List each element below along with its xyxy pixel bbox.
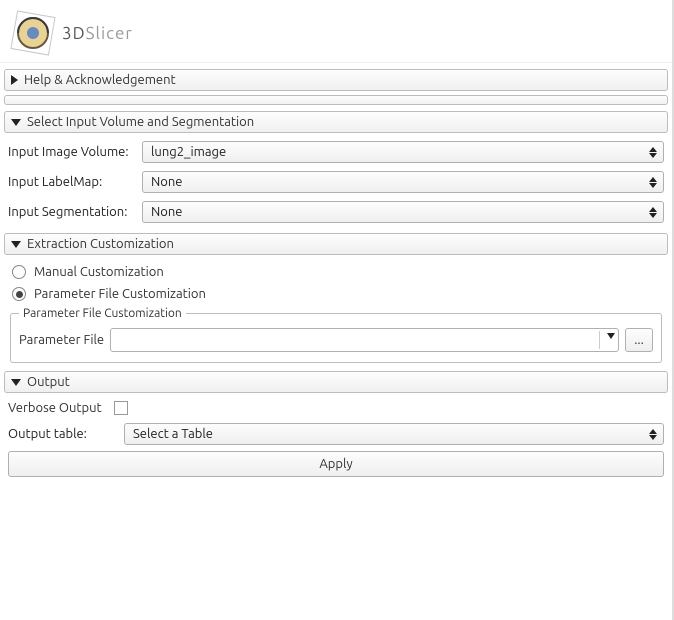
group-parameter-file-title: Parameter File Customization	[19, 307, 186, 320]
section-output[interactable]: Output	[4, 371, 668, 393]
app-title: 3DSlicer	[62, 24, 133, 43]
select-output-table-value: Select a Table	[133, 427, 213, 441]
select-input-labelmap-value: None	[151, 175, 183, 189]
label-parameter-file: Parameter File	[19, 333, 104, 347]
chevron-right-icon	[11, 75, 18, 85]
app-header: 3DSlicer	[0, 0, 672, 63]
radio-paramfile-row[interactable]: Parameter File Customization	[4, 281, 668, 303]
select-input-image-value: lung2_image	[151, 145, 226, 159]
radio-manual-row[interactable]: Manual Customization	[4, 259, 668, 281]
dropdown-icon	[607, 333, 615, 339]
section-input-label: Select Input Volume and Segmentation	[27, 115, 254, 129]
chevron-down-icon	[11, 241, 21, 248]
select-input-segmentation[interactable]: None	[142, 201, 664, 223]
label-input-segmentation: Input Segmentation:	[8, 205, 136, 219]
label-verbose: Verbose Output	[8, 401, 108, 415]
updown-icon	[646, 144, 660, 160]
radio-paramfile-label: Parameter File Customization	[34, 287, 206, 301]
section-output-label: Output	[27, 375, 70, 389]
browse-button[interactable]: ...	[625, 328, 653, 352]
ellipsis-icon: ...	[634, 333, 644, 347]
select-input-image[interactable]: lung2_image	[142, 141, 664, 163]
select-input-segmentation-value: None	[151, 205, 183, 219]
apply-button[interactable]: Apply	[8, 451, 664, 477]
app-title-rest: Slicer	[86, 24, 133, 43]
row-input-segmentation: Input Segmentation: None	[4, 197, 668, 227]
chevron-down-icon	[11, 379, 21, 386]
group-parameter-file: Parameter File Customization Parameter F…	[10, 307, 662, 363]
section-input[interactable]: Select Input Volume and Segmentation	[4, 111, 668, 133]
row-output-table: Output table: Select a Table	[4, 419, 668, 449]
row-verbose: Verbose Output	[4, 397, 668, 419]
select-output-table[interactable]: Select a Table	[124, 423, 664, 445]
input-parameter-file[interactable]	[110, 328, 619, 352]
radio-manual-label: Manual Customization	[34, 265, 164, 279]
apply-button-label: Apply	[319, 457, 352, 471]
section-help[interactable]: Help & Acknowledgement	[4, 69, 668, 91]
row-input-image: Input Image Volume: lung2_image	[4, 137, 668, 167]
slicer-logo-icon	[8, 8, 58, 58]
label-input-image: Input Image Volume:	[8, 145, 136, 159]
updown-icon	[646, 174, 660, 190]
chevron-down-icon	[11, 119, 21, 126]
app-title-prefix: 3D	[62, 24, 86, 43]
radio-paramfile[interactable]	[12, 287, 26, 301]
section-spacer	[4, 95, 668, 105]
section-extraction[interactable]: Extraction Customization	[4, 233, 668, 255]
row-input-labelmap: Input LabelMap: None	[4, 167, 668, 197]
updown-icon	[646, 204, 660, 220]
label-output-table: Output table:	[8, 427, 118, 441]
section-help-label: Help & Acknowledgement	[24, 73, 176, 87]
radio-manual[interactable]	[12, 265, 26, 279]
label-input-labelmap: Input LabelMap:	[8, 175, 136, 189]
section-extraction-label: Extraction Customization	[27, 237, 174, 251]
updown-icon	[646, 426, 660, 442]
select-input-labelmap[interactable]: None	[142, 171, 664, 193]
checkbox-verbose[interactable]	[114, 401, 128, 415]
